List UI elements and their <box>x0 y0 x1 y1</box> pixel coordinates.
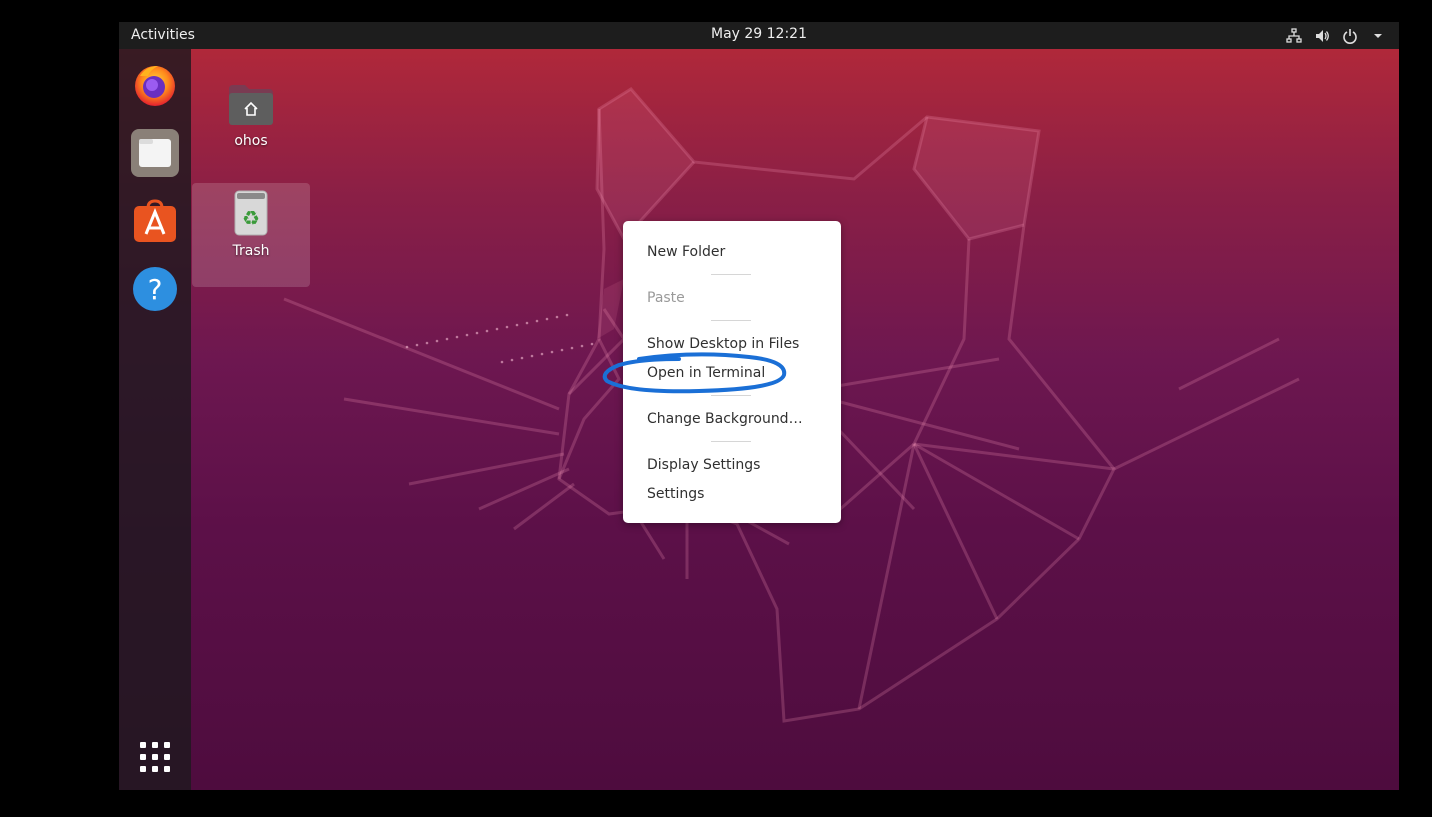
top-bar: Activities May 29 12:21 <box>119 22 1399 49</box>
dock-show-applications[interactable] <box>131 733 179 781</box>
files-icon <box>139 139 171 167</box>
activities-button[interactable]: Activities <box>131 27 195 43</box>
menu-separator <box>711 395 751 396</box>
menu-item-settings[interactable]: Settings <box>647 483 704 505</box>
power-icon <box>1341 27 1359 45</box>
chevron-down-icon <box>1369 27 1387 45</box>
volume-icon <box>1313 27 1331 45</box>
menu-item-display-settings[interactable]: Display Settings <box>647 454 760 476</box>
desktop-background[interactable]: ohos ♻ Trash New Folder Paste Show Deskt… <box>119 49 1399 790</box>
desktop-icon-home[interactable]: ohos <box>192 83 310 149</box>
software-center-icon <box>134 199 176 242</box>
menu-separator <box>711 320 751 321</box>
dock-item-help[interactable]: ? <box>131 265 179 313</box>
desktop-icon-label: ohos <box>234 133 268 149</box>
desktop-screen: ohos ♻ Trash New Folder Paste Show Deskt… <box>119 22 1399 790</box>
desktop-icon-trash[interactable]: ♻ Trash <box>192 183 310 287</box>
desktop-icon-label: Trash <box>232 243 270 259</box>
dock: ? <box>119 49 191 790</box>
clock-button[interactable]: May 29 12:21 <box>711 26 807 42</box>
svg-text:♻: ♻ <box>242 206 260 230</box>
firefox-icon <box>135 66 175 106</box>
menu-separator <box>711 274 751 275</box>
dock-item-software[interactable] <box>131 197 179 245</box>
menu-item-paste: Paste <box>647 290 685 306</box>
trash-icon: ♻ <box>234 190 268 236</box>
network-icon <box>1285 27 1303 45</box>
home-folder-icon <box>229 85 273 125</box>
desktop-context-menu: New Folder Paste Show Desktop in Files O… <box>623 221 841 523</box>
clock-container: May 29 12:21 <box>119 26 1399 42</box>
grid-icon <box>140 742 170 772</box>
menu-item-new-folder[interactable]: New Folder <box>647 241 725 263</box>
dock-item-firefox[interactable] <box>131 61 179 109</box>
menu-item-show-desktop-in-files[interactable]: Show Desktop in Files <box>647 333 799 355</box>
help-icon: ? <box>133 267 177 311</box>
menu-separator <box>711 441 751 442</box>
menu-item-change-background[interactable]: Change Background… <box>647 408 803 430</box>
menu-item-open-in-terminal[interactable]: Open in Terminal <box>647 362 765 384</box>
system-tray[interactable] <box>1285 26 1387 46</box>
dock-item-files[interactable] <box>131 129 179 177</box>
svg-text:?: ? <box>148 273 163 306</box>
